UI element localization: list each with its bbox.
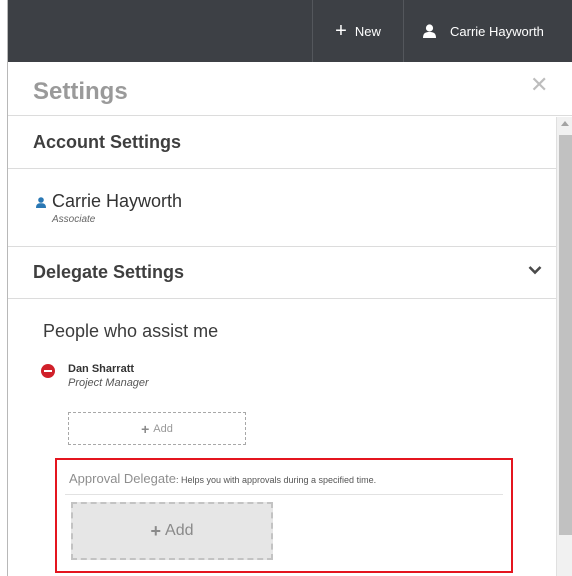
chevron-down-icon[interactable] — [528, 265, 542, 275]
add-approval-delegate-label: Add — [165, 522, 194, 539]
plus-icon: + — [150, 520, 162, 541]
assistant-name: Dan Sharratt — [68, 363, 135, 375]
scrollbar-thumb[interactable] — [559, 135, 572, 535]
delegate-settings-header[interactable]: Delegate Settings — [8, 247, 556, 299]
approval-delegate-section: Approval Delegate: Helps you with approv… — [55, 458, 513, 573]
settings-panel-header: Settings ✕ — [8, 62, 572, 116]
approval-delegate-description: : Helps you with approvals during a spec… — [175, 475, 377, 485]
page-title: Settings — [33, 78, 128, 105]
account-settings-header[interactable]: Account Settings — [8, 117, 556, 169]
account-user-card: Carrie Hayworth Associate — [8, 169, 556, 247]
new-button-label: New — [354, 23, 381, 39]
user-icon — [36, 197, 46, 208]
plus-icon: + — [335, 20, 347, 42]
scroll-up-arrow-icon[interactable] — [561, 121, 569, 126]
new-button[interactable]: + New — [312, 0, 404, 62]
people-who-assist-heading: People who assist me — [43, 321, 219, 341]
top-navigation-bar: + New Carrie Hayworth — [8, 0, 572, 62]
delegate-settings-body: People who assist me Dan Sharratt Projec… — [8, 299, 556, 576]
delegate-settings-title: Delegate Settings — [33, 262, 185, 282]
settings-scroll-area[interactable]: Account Settings Carrie Hayworth Associa… — [8, 117, 572, 576]
add-approval-delegate-button[interactable]: + Add — [71, 502, 273, 560]
settings-content: Account Settings Carrie Hayworth Associa… — [8, 117, 556, 576]
account-user-name: Carrie Hayworth — [52, 191, 183, 211]
plus-icon: + — [141, 420, 150, 437]
close-icon[interactable]: ✕ — [530, 74, 548, 96]
user-icon — [423, 24, 436, 38]
assistant-role: Project Manager — [68, 377, 149, 389]
remove-assistant-icon[interactable] — [41, 364, 55, 378]
divider — [65, 494, 503, 495]
approval-delegate-title: Approval Delegate — [69, 471, 176, 486]
account-user-role: Associate — [52, 214, 96, 225]
user-menu-name: Carrie Hayworth — [450, 23, 544, 39]
approval-delegate-caption: Approval Delegate: Helps you with approv… — [69, 470, 376, 488]
user-menu-button[interactable]: Carrie Hayworth — [405, 0, 572, 62]
vertical-scrollbar[interactable] — [556, 117, 572, 576]
add-assistant-button[interactable]: + Add — [68, 412, 246, 445]
account-settings-title: Account Settings — [33, 132, 182, 152]
app-frame: + New Carrie Hayworth Settings ✕ Account… — [7, 0, 572, 576]
add-assistant-label: Add — [153, 422, 173, 435]
